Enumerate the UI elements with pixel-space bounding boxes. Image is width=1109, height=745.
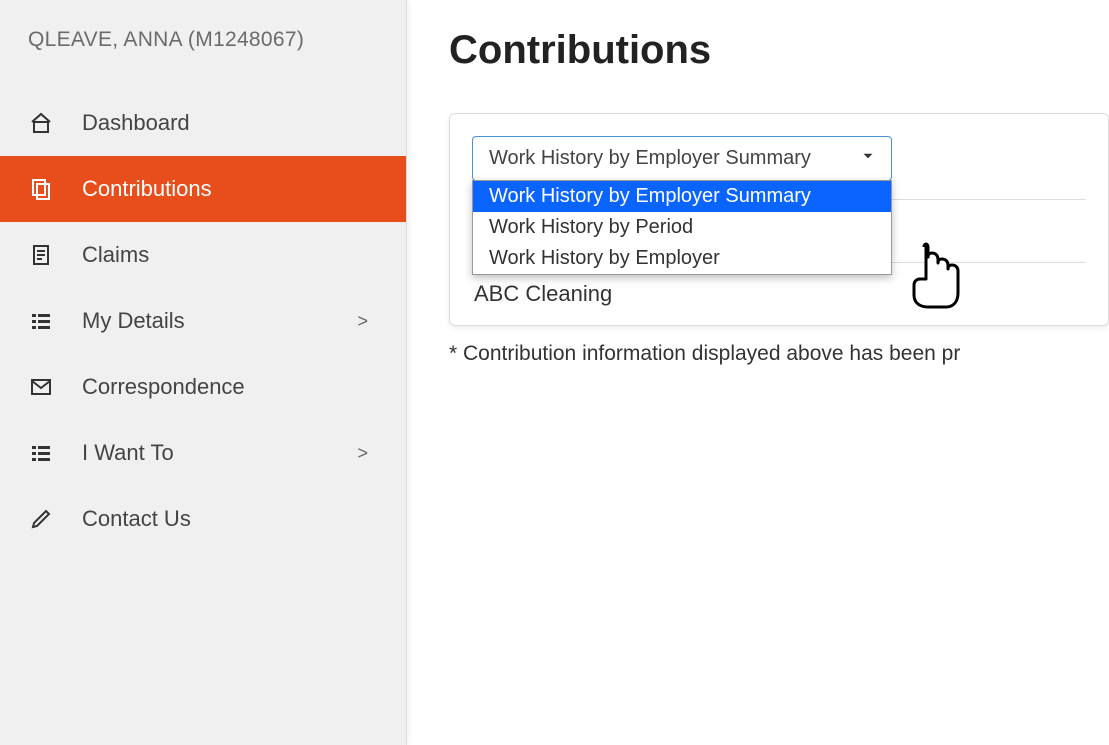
main-content: Contributions Work History by Employer S… — [407, 0, 1109, 745]
sidebar-item-label: Contributions — [82, 176, 378, 202]
sidebar-item-dashboard[interactable]: Dashboard — [0, 90, 406, 156]
sidebar-item-i-want-to[interactable]: I Want To > — [0, 420, 406, 486]
list-icon — [28, 308, 54, 334]
home-icon — [28, 110, 54, 136]
sidebar-item-label: Dashboard — [82, 110, 378, 136]
filter-select-wrap: Work History by Employer Summary Work Hi… — [472, 136, 892, 181]
sidebar-item-label: I Want To — [82, 440, 357, 466]
contributions-card: Work History by Employer Summary Work Hi… — [449, 113, 1109, 326]
sidebar-item-label: Correspondence — [82, 374, 378, 400]
sidebar-item-contact-us[interactable]: Contact Us — [0, 486, 406, 552]
user-header: QLEAVE, ANNA (M1248067) — [0, 28, 406, 64]
filter-dropdown: Work History by Employer Summary Work Hi… — [472, 180, 892, 275]
copy-icon — [28, 176, 54, 202]
sidebar-item-contributions[interactable]: Contributions — [0, 156, 406, 222]
pencil-icon — [28, 506, 54, 532]
mail-icon — [28, 374, 54, 400]
sidebar-item-label: Claims — [82, 242, 378, 268]
chevron-down-icon — [859, 147, 877, 171]
sidebar-item-label: Contact Us — [82, 506, 378, 532]
contribution-footnote: * Contribution information displayed abo… — [449, 342, 1109, 366]
sidebar: QLEAVE, ANNA (M1248067) Dashboard — [0, 0, 407, 745]
document-icon — [28, 242, 54, 268]
filter-option-employer[interactable]: Work History by Employer — [473, 243, 891, 274]
filter-option-employer-summary[interactable]: Work History by Employer Summary — [473, 181, 891, 212]
chevron-right-icon: > — [357, 443, 368, 464]
sidebar-nav: Dashboard Contributions — [0, 90, 406, 552]
sidebar-item-correspondence[interactable]: Correspondence — [0, 354, 406, 420]
user-display-name: QLEAVE, ANNA (M1248067) — [28, 28, 378, 52]
page-title: Contributions — [449, 28, 1109, 73]
sidebar-item-claims[interactable]: Claims — [0, 222, 406, 288]
chevron-right-icon: > — [357, 311, 368, 332]
sidebar-item-my-details[interactable]: My Details > — [0, 288, 406, 354]
filter-select[interactable]: Work History by Employer Summary — [472, 136, 892, 181]
list-icon — [28, 440, 54, 466]
filter-option-period[interactable]: Work History by Period — [473, 212, 891, 243]
filter-selected-value: Work History by Employer Summary — [489, 147, 811, 169]
sidebar-item-label: My Details — [82, 308, 357, 334]
